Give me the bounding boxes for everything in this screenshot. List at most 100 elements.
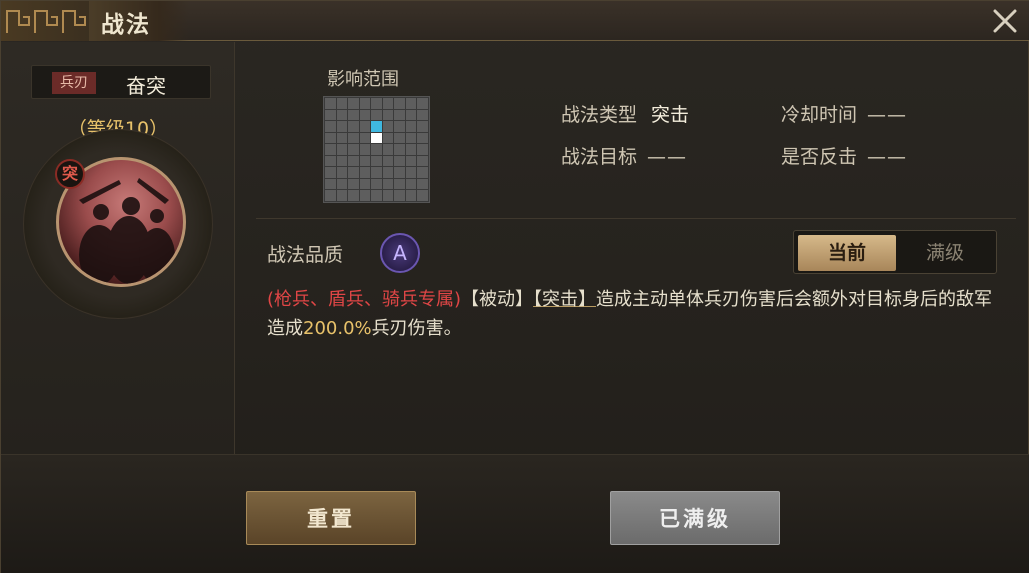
range-cell xyxy=(336,132,348,144)
range-cell xyxy=(359,167,371,178)
range-cell xyxy=(336,144,348,155)
range-cell xyxy=(348,155,359,167)
range-cell xyxy=(371,98,382,109)
range-cell xyxy=(325,144,336,155)
range-cell xyxy=(325,190,336,201)
skill-name: 奋突 xyxy=(126,74,166,98)
tactic-window: 战法 兵刃 奋突 （等级10） 突 影响 xyxy=(0,0,1029,573)
range-cell xyxy=(348,98,359,109)
range-cell xyxy=(405,109,417,121)
range-cell xyxy=(382,178,394,190)
range-cell xyxy=(348,132,359,144)
range-cell xyxy=(382,98,394,109)
damage-type-tag: 兵刃 xyxy=(52,72,96,94)
range-cell xyxy=(394,178,405,190)
range-cell xyxy=(405,178,417,190)
range-cell xyxy=(417,167,428,178)
info-target: 战法目标 —— xyxy=(561,142,687,169)
cooldown-label: 冷却时间 xyxy=(781,104,858,126)
window-title: 战法 xyxy=(101,12,151,38)
range-cell xyxy=(417,109,428,121)
range-cell xyxy=(325,167,336,178)
range-cell xyxy=(348,109,359,121)
range-cell xyxy=(348,190,359,201)
range-cell xyxy=(325,121,336,132)
assault-badge: 突 xyxy=(55,159,85,189)
range-cell xyxy=(417,178,428,190)
range-cell xyxy=(405,98,417,109)
range-cell xyxy=(348,167,359,178)
range-label: 影响范围 xyxy=(327,69,399,90)
range-cell xyxy=(417,190,428,201)
range-cell xyxy=(394,98,405,109)
range-cell xyxy=(417,121,428,132)
divider xyxy=(256,218,1016,219)
range-cell xyxy=(336,167,348,178)
quality-label: 战法品质 xyxy=(267,244,344,266)
toggle-current[interactable]: 当前 xyxy=(798,235,896,271)
range-cell xyxy=(417,144,428,155)
counter-value: —— xyxy=(867,146,908,168)
range-cell xyxy=(405,190,417,201)
target-label: 战法目标 xyxy=(561,146,638,168)
range-cell xyxy=(394,144,405,155)
range-cell xyxy=(405,155,417,167)
range-cell xyxy=(359,190,371,201)
range-cell xyxy=(371,190,382,201)
range-cell xyxy=(382,109,394,121)
range-cell xyxy=(359,109,371,121)
level-toggle: 当前 满级 xyxy=(793,230,997,274)
range-cell xyxy=(336,98,348,109)
info-counter: 是否反击 —— xyxy=(781,142,907,169)
range-cell xyxy=(359,144,371,155)
range-cell xyxy=(325,155,336,167)
range-cell xyxy=(325,98,336,109)
range-cell xyxy=(348,121,359,132)
skill-description: (枪兵、盾兵、骑兵专属)【被动】【突击】造成主动单体兵刃伤害后会额外对目标身后的… xyxy=(267,285,1007,343)
cooldown-value: —— xyxy=(867,104,908,126)
toggle-max[interactable]: 满级 xyxy=(896,235,994,271)
range-cell xyxy=(405,121,417,132)
reset-button[interactable]: 重置 xyxy=(246,491,416,545)
skill-name-plate: 兵刃 奋突 xyxy=(31,65,211,99)
range-cell xyxy=(394,190,405,201)
range-cell xyxy=(417,98,428,109)
maxed-button[interactable]: 已满级 xyxy=(610,491,780,545)
footer: 重置 已满级 xyxy=(1,454,1029,573)
close-icon[interactable] xyxy=(990,6,1020,36)
assault-tag: 【突击】 xyxy=(533,289,597,310)
range-cell xyxy=(405,144,417,155)
range-grid xyxy=(323,96,430,203)
damage-percent: 200.0% xyxy=(303,318,372,339)
range-cell xyxy=(394,155,405,167)
range-cell xyxy=(382,121,394,132)
range-cell xyxy=(394,167,405,178)
range-cell xyxy=(371,178,382,190)
range-cell xyxy=(325,178,336,190)
range-cell xyxy=(417,155,428,167)
range-cell xyxy=(394,132,405,144)
range-cell xyxy=(359,178,371,190)
range-cell xyxy=(405,132,417,144)
troop-restriction: (枪兵、盾兵、骑兵专属) xyxy=(267,289,462,310)
info-cooldown: 冷却时间 —— xyxy=(781,100,907,127)
range-cell xyxy=(325,132,336,144)
range-cell xyxy=(348,178,359,190)
range-cell xyxy=(371,109,382,121)
range-cell xyxy=(348,144,359,155)
range-cell xyxy=(336,178,348,190)
range-cell xyxy=(325,109,336,121)
range-cell xyxy=(382,144,394,155)
range-cell xyxy=(359,132,371,144)
range-cell xyxy=(394,121,405,132)
range-cell xyxy=(359,121,371,132)
range-cell xyxy=(382,167,394,178)
type-value: 突击 xyxy=(651,104,690,126)
description-text-2: 兵刃伤害。 xyxy=(371,318,462,339)
range-cell xyxy=(359,155,371,167)
range-cell xyxy=(336,121,348,132)
range-cell xyxy=(382,190,394,201)
range-cell xyxy=(371,155,382,167)
range-cell xyxy=(371,167,382,178)
range-cell xyxy=(394,109,405,121)
